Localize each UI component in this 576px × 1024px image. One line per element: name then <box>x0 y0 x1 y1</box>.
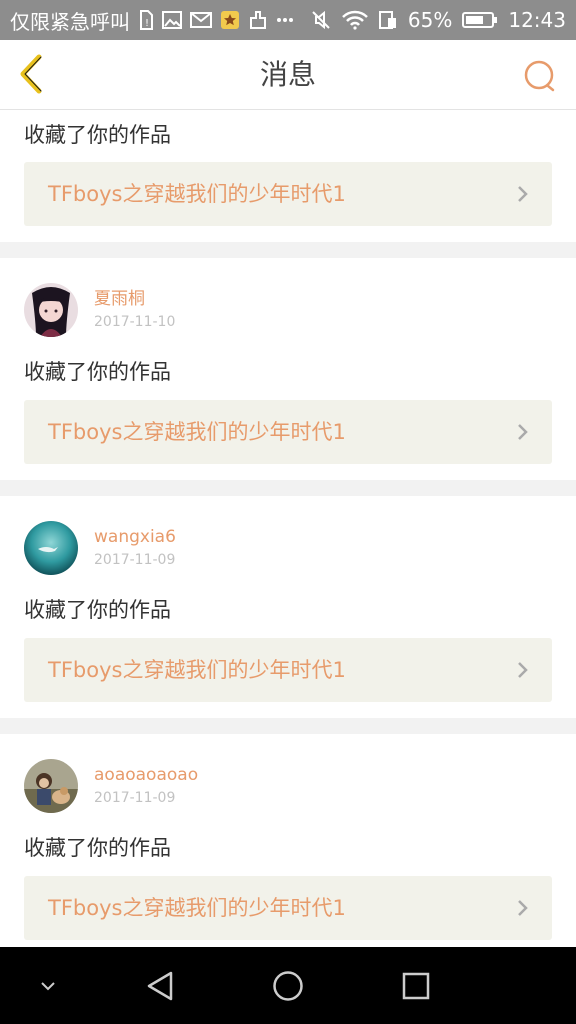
mail-icon <box>190 12 212 28</box>
username[interactable]: 夏雨桐 <box>94 287 175 311</box>
date-text: 2017-11-09 <box>94 552 176 568</box>
system-nav-bar <box>0 947 576 1024</box>
clock: 12:43 <box>508 8 566 32</box>
username[interactable]: aoaoaoaoao <box>94 763 198 787</box>
username[interactable]: wangxia6 <box>94 525 176 549</box>
work-link[interactable]: TFboys之穿越我们的少年时代1 <box>24 162 552 226</box>
home-nav-button[interactable] <box>262 947 314 1024</box>
date-text: 2017-11-09 <box>94 790 176 806</box>
notification-card: 收藏了你的作品 TFboys之穿越我们的少年时代1 <box>0 110 576 242</box>
notification-card: 夏雨桐 2017-11-10 收藏了你的作品 TFboys之穿越我们的少年时代1 <box>0 258 576 480</box>
avatar[interactable] <box>24 759 78 813</box>
recents-square-icon <box>402 972 430 999</box>
work-title: TFboys之穿越我们的少年时代1 <box>48 182 346 206</box>
star-app-icon <box>220 10 240 30</box>
svg-text:!: ! <box>145 18 149 29</box>
battery-percent: 65% <box>407 8 453 32</box>
chevron-right-icon <box>518 662 528 678</box>
back-nav-button[interactable] <box>134 947 186 1024</box>
action-text: 收藏了你的作品 <box>24 598 171 622</box>
avatar[interactable] <box>24 521 78 575</box>
work-link[interactable]: TFboys之穿越我们的少年时代1 <box>24 876 552 940</box>
work-title: TFboys之穿越我们的少年时代1 <box>48 896 346 920</box>
more-icon <box>276 17 294 23</box>
status-bar: 仅限紧急呼叫 ! 65% 12:43 <box>0 0 576 40</box>
carrier-text: 仅限紧急呼叫 <box>10 9 130 34</box>
work-link[interactable]: TFboys之穿越我们的少年时代1 <box>24 638 552 702</box>
collapse-button[interactable] <box>26 947 70 1024</box>
message-list: 收藏了你的作品 TFboys之穿越我们的少年时代1 夏雨桐 2017-11-10… <box>0 110 576 947</box>
chevron-right-icon <box>518 424 528 440</box>
work-title: TFboys之穿越我们的少年时代1 <box>48 658 346 682</box>
wifi-icon <box>342 10 368 30</box>
user-row[interactable]: wangxia6 2017-11-09 <box>24 520 176 576</box>
recents-nav-button[interactable] <box>390 947 442 1024</box>
sim-alert-icon: ! <box>138 10 154 30</box>
home-circle-icon <box>273 970 303 1001</box>
avatar[interactable] <box>24 283 78 337</box>
user-row[interactable]: 夏雨桐 2017-11-10 <box>24 282 175 338</box>
search-button[interactable] <box>518 54 562 98</box>
action-text: 收藏了你的作品 <box>24 360 171 384</box>
app-header: 消息 <box>0 40 576 110</box>
work-title: TFboys之穿越我们的少年时代1 <box>48 420 346 444</box>
user-row[interactable]: aoaoaoaoao 2017-11-09 <box>24 758 198 814</box>
page-title: 消息 <box>259 58 316 91</box>
collapse-icon <box>41 981 55 990</box>
battery-icon <box>462 10 498 30</box>
clean-icon <box>248 10 268 30</box>
back-triangle-icon <box>147 971 173 1000</box>
work-link[interactable]: TFboys之穿越我们的少年时代1 <box>24 400 552 464</box>
action-text: 收藏了你的作品 <box>24 123 171 147</box>
notification-card: wangxia6 2017-11-09 收藏了你的作品 TFboys之穿越我们的… <box>0 496 576 718</box>
search-icon <box>524 60 555 92</box>
sim-data-icon <box>378 10 398 30</box>
mute-icon <box>310 9 332 31</box>
chevron-right-icon <box>518 900 528 916</box>
action-text: 收藏了你的作品 <box>24 836 171 860</box>
chevron-right-icon <box>518 186 528 202</box>
date-text: 2017-11-10 <box>94 314 176 330</box>
image-icon <box>162 11 182 29</box>
notification-card: aoaoaoaoao 2017-11-09 收藏了你的作品 TFboys之穿越我… <box>0 734 576 947</box>
